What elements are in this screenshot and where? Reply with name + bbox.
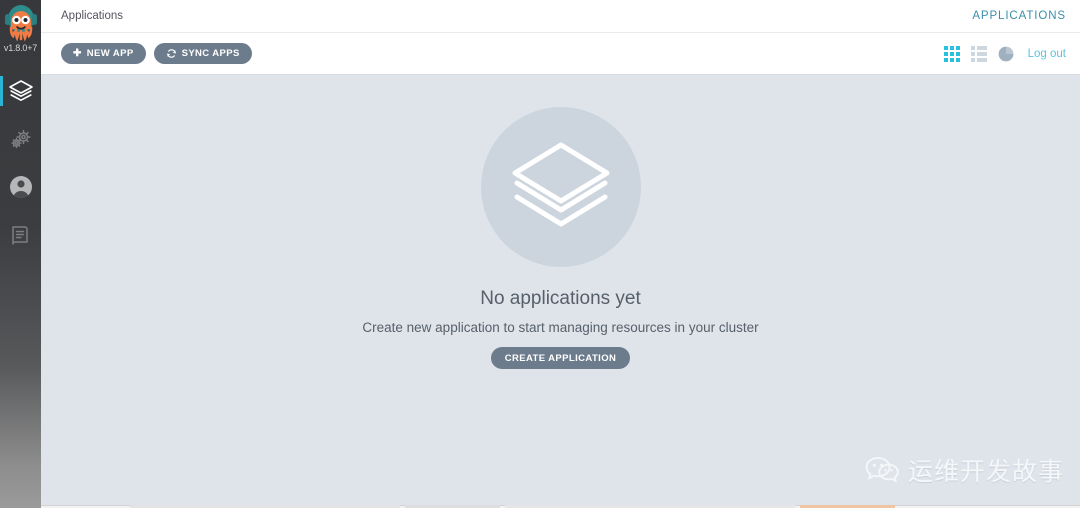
tiles-view-toggle[interactable] (943, 45, 960, 62)
grid-view-icon (943, 45, 960, 62)
sidebar: v1.8.0+7 (0, 0, 41, 508)
view-toggle-group (943, 45, 1014, 62)
summary-view-toggle[interactable] (998, 46, 1014, 62)
sync-apps-label: SYNC APPS (181, 48, 240, 59)
sidebar-item-applications[interactable] (0, 67, 41, 115)
empty-state-title: No applications yet (480, 288, 641, 309)
sidebar-nav (0, 67, 41, 259)
watermark-text: 运维开发故事 (907, 458, 1064, 486)
documentation-icon (11, 226, 28, 245)
sidebar-item-user-info[interactable] (0, 163, 41, 211)
breadcrumb[interactable]: Applications (61, 10, 123, 22)
list-view-toggle[interactable] (970, 45, 987, 62)
argo-octopus-logo (4, 5, 37, 42)
section-label: APPLICATIONS (972, 10, 1066, 22)
empty-state-illustration (480, 107, 641, 267)
new-app-label: NEW APP (86, 48, 134, 59)
layers-stack-icon (512, 142, 609, 227)
plus-icon: ✚ (73, 47, 82, 59)
main-pane: Applications APPLICATIONS ✚ NEW APP SYNC… (41, 0, 1080, 508)
argocd-application: v1.8.0+7 Applications APPLICATIONS ✚ NEW… (0, 0, 1080, 508)
create-application-button[interactable]: CREATE APPLICATION (490, 347, 631, 369)
user-icon (9, 176, 32, 199)
applications-content: No applications yet Create new applicati… (41, 75, 1080, 508)
logout-link[interactable]: Log out (1028, 48, 1066, 60)
toolbar: ✚ NEW APP SYNC APPS Log out (41, 33, 1080, 75)
sync-apps-button[interactable]: SYNC APPS (153, 43, 252, 64)
refresh-icon (166, 49, 176, 58)
gears-icon (10, 129, 31, 149)
watermark: 运维开发故事 (865, 452, 1064, 488)
sidebar-item-settings[interactable] (0, 115, 41, 163)
layers-icon (8, 80, 33, 101)
pie-chart-icon (998, 46, 1014, 61)
active-indicator (0, 76, 3, 106)
sidebar-item-documentation[interactable] (0, 211, 41, 259)
list-view-icon (970, 45, 987, 62)
empty-state-subtitle: Create new application to start managing… (362, 320, 759, 335)
version-label: v1.8.0+7 (3, 43, 38, 53)
topbar: Applications APPLICATIONS (41, 0, 1080, 33)
brand[interactable]: v1.8.0+7 (0, 0, 41, 53)
wechat-icon (865, 457, 899, 483)
new-app-button[interactable]: ✚ NEW APP (61, 43, 146, 64)
